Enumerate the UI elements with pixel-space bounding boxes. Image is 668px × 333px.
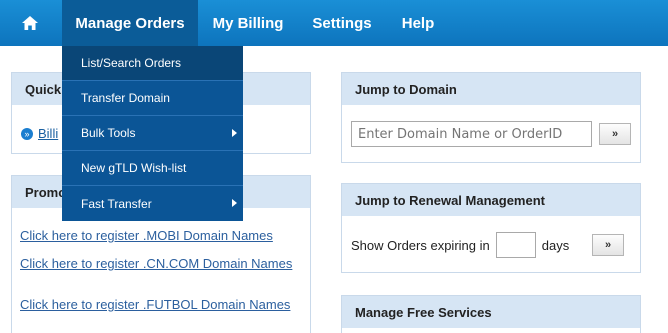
nav-manage-orders[interactable]: Manage Orders bbox=[62, 0, 198, 46]
jump-to-domain-panel: Jump to Domain » bbox=[341, 72, 641, 163]
panel-title: Jump to Renewal Management bbox=[342, 184, 640, 216]
manage-orders-dropdown: List/Search Orders Transfer Domain Bulk … bbox=[62, 46, 243, 221]
menu-item-bulk-tools[interactable]: Bulk Tools bbox=[62, 116, 243, 151]
home-icon bbox=[22, 16, 38, 30]
menu-item-label: Fast Transfer bbox=[81, 196, 152, 211]
menu-item-label: List/Search Orders bbox=[81, 56, 182, 70]
billing-link-label: Billi bbox=[38, 126, 59, 141]
free-services-panel: Manage Free Services bbox=[341, 295, 641, 333]
menu-item-list-search-orders[interactable]: List/Search Orders bbox=[62, 46, 243, 81]
nav-settings[interactable]: Settings bbox=[298, 0, 386, 46]
top-navigation: Manage Orders My Billing Settings Help bbox=[0, 0, 668, 46]
renewal-row: Show Orders expiring in days bbox=[351, 232, 569, 258]
domain-search-input[interactable] bbox=[351, 121, 592, 147]
submenu-arrow-icon bbox=[232, 129, 237, 137]
panel-title: Manage Free Services bbox=[342, 296, 640, 328]
submenu-arrow-icon bbox=[232, 199, 237, 207]
nav-help[interactable]: Help bbox=[386, 0, 450, 46]
promo-link-futbol[interactable]: Click here to register .FUTBOL Domain Na… bbox=[20, 297, 310, 312]
double-chevron-icon: » bbox=[21, 127, 33, 140]
billing-link[interactable]: » Billi bbox=[21, 126, 58, 141]
menu-item-fast-transfer[interactable]: Fast Transfer bbox=[62, 186, 243, 221]
menu-item-label: New gTLD Wish-list bbox=[81, 161, 187, 175]
renewal-suffix-label: days bbox=[541, 237, 570, 253]
menu-item-new-gtld-wishlist[interactable]: New gTLD Wish-list bbox=[62, 151, 243, 186]
renewal-go-button[interactable]: » bbox=[592, 234, 624, 256]
days-input[interactable] bbox=[495, 232, 536, 258]
renewal-prefix-label: Show Orders expiring in bbox=[351, 237, 490, 253]
promo-link-cncom[interactable]: Click here to register .CN.COM Domain Na… bbox=[20, 256, 310, 271]
jump-domain-go-button[interactable]: » bbox=[599, 123, 631, 145]
menu-item-label: Bulk Tools bbox=[81, 126, 136, 140]
promo-link-mobi[interactable]: Click here to register .MOBI Domain Name… bbox=[20, 228, 310, 243]
nav-home[interactable] bbox=[0, 0, 60, 46]
menu-item-label: Transfer Domain bbox=[81, 91, 170, 105]
panel-title: Jump to Domain bbox=[342, 73, 640, 105]
nav-my-billing[interactable]: My Billing bbox=[198, 0, 298, 46]
menu-item-transfer-domain[interactable]: Transfer Domain bbox=[62, 81, 243, 116]
renewal-management-panel: Jump to Renewal Management Show Orders e… bbox=[341, 183, 641, 273]
